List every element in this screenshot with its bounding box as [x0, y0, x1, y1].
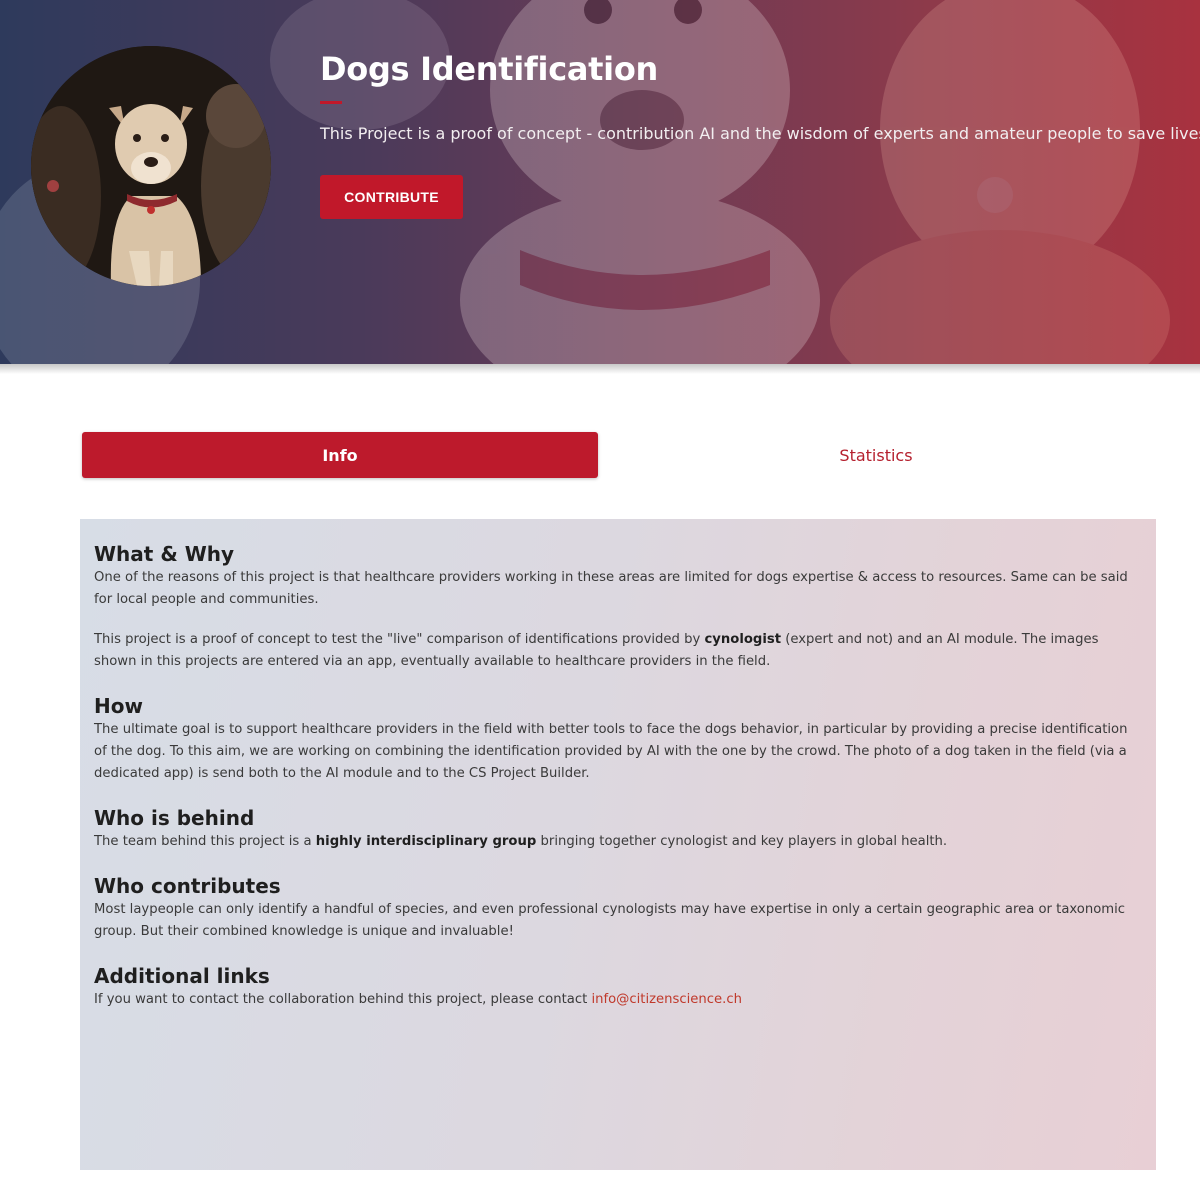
tab-statistics[interactable]: Statistics	[618, 432, 1134, 478]
what-why-paragraph-1: One of the reasons of this project is th…	[94, 570, 1128, 607]
title-accent-divider	[320, 101, 342, 104]
section-title-additional-links: Additional links	[94, 964, 270, 988]
hero-shadow	[0, 364, 1200, 374]
what-why-paragraph-2: This project is a proof of concept to te…	[94, 629, 1142, 673]
additional-links-text: If you want to contact the collaboration…	[94, 992, 592, 1007]
who-behind-text-b: bringing together cynologist and key pla…	[536, 834, 948, 849]
dog-photo-icon	[31, 46, 271, 286]
how-paragraph: The ultimate goal is to support healthca…	[94, 722, 1128, 781]
section-title-what-why: What & Why	[94, 542, 235, 566]
section-title-how: How	[94, 694, 143, 718]
what-why-p2-bold: cynologist	[704, 632, 782, 647]
avatar	[31, 46, 271, 286]
who-behind-text-a: The team behind this project is a	[94, 834, 316, 849]
section-title-who-contributes: Who contributes	[94, 874, 281, 898]
contribute-button[interactable]: CONTRIBUTE	[320, 175, 463, 219]
project-description: This Project is a proof of concept - con…	[320, 124, 1200, 143]
hero-banner: Dogs Identification This Project is a pr…	[0, 0, 1200, 364]
what-why-p2-text-a: This project is a proof of concept to te…	[94, 632, 705, 647]
contact-email-link[interactable]: info@citizenscience.ch	[591, 992, 741, 1007]
who-behind-paragraph: The team behind this project is a highly…	[94, 831, 1142, 853]
who-contributes-paragraph: Most laypeople can only identify a handf…	[94, 902, 1126, 939]
section-title-who-behind: Who is behind	[94, 806, 255, 830]
project-title: Dogs Identification	[320, 50, 658, 88]
tab-info[interactable]: Info	[82, 432, 598, 478]
who-behind-bold: highly interdisciplinary group	[315, 834, 537, 849]
info-panel: What & Why One of the reasons of this pr…	[80, 519, 1156, 1170]
additional-links-paragraph: If you want to contact the collaboration…	[94, 989, 1142, 1011]
